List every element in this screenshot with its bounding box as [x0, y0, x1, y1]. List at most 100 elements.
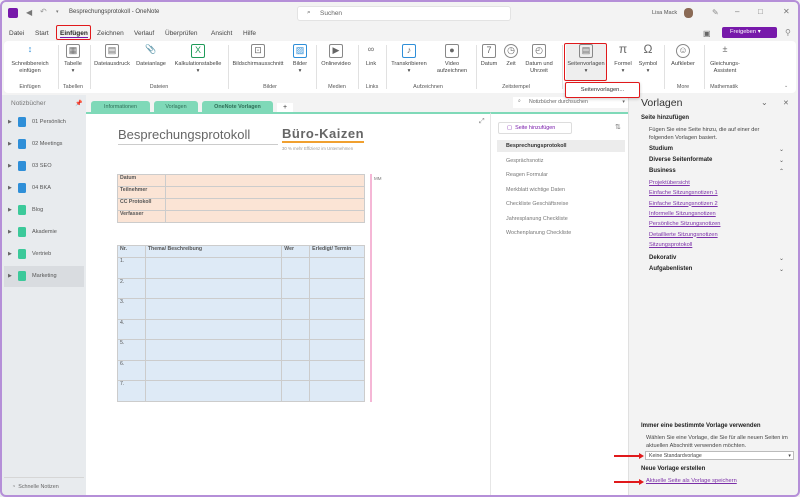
page-item[interactable]: Reagen Formular [497, 169, 625, 181]
notebook-item[interactable]: ▶ Vertrieb [4, 244, 84, 265]
save-as-template-link[interactable]: Aktuelle Seite als Vorlage speichern [646, 478, 737, 484]
template-link[interactable]: Informelle Sitzungsnotizen [649, 211, 716, 217]
page-item[interactable]: Checkliste Geschäftsreise [497, 198, 625, 210]
transcribe-button[interactable]: ♪ Transkribieren ▾ [388, 44, 430, 75]
chevron-right-icon[interactable]: ▶ [8, 229, 12, 235]
chevron-up-icon[interactable]: ⌃ [779, 168, 784, 175]
notebook-item[interactable]: ▶ 01 Persönlich [4, 112, 84, 133]
task-cell[interactable] [281, 359, 311, 381]
maximize-button[interactable]: □ [758, 7, 763, 16]
chevron-down-icon[interactable]: ⌄ [779, 255, 784, 262]
notebook-item[interactable]: ▶ 03 SEO [4, 156, 84, 177]
template-link[interactable]: Detaillierte Sitzungsnotizen [649, 232, 718, 238]
link-button[interactable]: ∞ Link [360, 44, 382, 68]
add-page-button[interactable]: ▢ Seite hinzufügen [498, 122, 572, 134]
info-value-cell[interactable] [165, 210, 365, 223]
table-button[interactable]: ▦ Tabelle ▾ [60, 44, 86, 75]
task-cell[interactable] [144, 339, 283, 361]
task-cell[interactable] [309, 359, 365, 381]
category-studium[interactable]: Studium [649, 146, 673, 152]
pictures-button[interactable]: ▨ Bilder ▾ [288, 44, 312, 75]
notebook-item[interactable]: ▶ Marketing [4, 266, 84, 287]
mic-icon[interactable]: ⚲ [785, 28, 791, 37]
task-cell[interactable] [309, 277, 365, 299]
chevron-right-icon[interactable]: ▶ [8, 273, 12, 279]
pane-options-icon[interactable]: ⌄ [761, 98, 768, 107]
category-aufgabenlisten[interactable]: Aufgabenlisten [649, 266, 692, 272]
task-cell[interactable] [281, 318, 311, 340]
category-dekorativ[interactable]: Dekorativ [649, 255, 676, 261]
task-cell[interactable] [309, 380, 365, 402]
task-cell[interactable] [281, 339, 311, 361]
notebook-search-input[interactable]: ⌕ Notizbücher durchsuchen ▾ [513, 97, 628, 108]
page-item[interactable]: Besprechungsprotokoll [497, 140, 625, 152]
template-link[interactable]: Sitzungsprotokoll [649, 242, 692, 248]
pen-icon[interactable]: ✎ [712, 8, 719, 17]
task-cell[interactable] [281, 298, 311, 320]
avatar[interactable] [684, 8, 693, 18]
chevron-right-icon[interactable]: ▶ [8, 251, 12, 257]
task-cell[interactable] [309, 298, 365, 320]
info-value-cell[interactable] [165, 198, 365, 211]
page-item[interactable]: Merkblatt wichtige Daten [497, 184, 625, 196]
record-video-button[interactable]: ● Video aufzeichnen [432, 44, 472, 75]
task-cell[interactable] [281, 257, 311, 279]
tab-verlauf[interactable]: Verlauf [134, 30, 154, 37]
page-title[interactable]: Besprechungsprotokoll [118, 127, 278, 145]
quick-notes-button[interactable]: ◔ Schnelle Notizen [12, 484, 59, 490]
template-link[interactable]: Projektübersicht [649, 180, 690, 186]
screen-clipping-button[interactable]: ⊡ Bildschirmausschnitt [230, 44, 286, 68]
user-name[interactable]: Lisa Mack [652, 10, 677, 16]
chevron-down-icon[interactable]: ⌄ [779, 146, 784, 153]
date-time-button[interactable]: ◴ Datum und Uhrzeit [522, 44, 556, 75]
close-button[interactable]: ✕ [783, 7, 790, 16]
notebook-item[interactable]: ▶ 02 Meetings [4, 134, 84, 155]
task-cell[interactable] [144, 277, 283, 299]
share-button[interactable]: Freigeben ▾ [722, 27, 777, 38]
online-video-button[interactable]: ▶ Onlinevideo [318, 44, 354, 68]
template-link[interactable]: Einfache Sitzungsnotizen 1 [649, 190, 718, 196]
undo-icon[interactable]: ↶ [40, 7, 47, 16]
task-cell[interactable] [281, 380, 311, 402]
info-value-cell[interactable] [165, 174, 365, 187]
notes-icon[interactable]: ▣ [703, 29, 711, 38]
time-button[interactable]: ◷ Zeit [502, 44, 520, 68]
back-icon[interactable]: ◀ [26, 8, 32, 17]
chevron-right-icon[interactable]: ▶ [8, 207, 12, 213]
chevron-down-icon[interactable]: ⌄ [779, 266, 784, 273]
category-diverse[interactable]: Diverse Seitenformate [649, 157, 712, 163]
task-cell[interactable] [144, 298, 283, 320]
file-printout-button[interactable]: ▤ Dateiausdruck [92, 44, 132, 68]
page-canvas[interactable]: Besprechungsprotokoll Büro-Kaizen 30 % m… [86, 112, 490, 497]
notebook-item[interactable]: ▶ 04 BKA [4, 178, 84, 199]
task-cell[interactable] [309, 318, 365, 340]
page-item[interactable]: Jahresplanung Checkliste [497, 213, 625, 225]
chevron-right-icon[interactable]: ▶ [8, 141, 12, 147]
sort-icon[interactable]: ⇅ [615, 123, 621, 131]
search-input[interactable]: ⌕ Suchen [297, 6, 511, 21]
date-button[interactable]: 7 Datum [478, 44, 500, 68]
page-templates-menu-item[interactable]: Seitenvorlagen... [565, 82, 640, 98]
notebook-item[interactable]: ▶ Blog [4, 200, 84, 221]
task-cell[interactable] [144, 257, 283, 279]
sticker-button[interactable]: ☺ Aufkleber [666, 44, 700, 68]
qat-dropdown-icon[interactable]: ▾ [56, 9, 59, 15]
insert-space-button[interactable]: ↕ Schreibbereich einfügen [8, 44, 52, 75]
task-cell[interactable] [309, 339, 365, 361]
page-item[interactable]: Gesprächsnotiz [497, 155, 625, 167]
task-cell[interactable] [281, 277, 311, 299]
page-item[interactable]: Wochenplanung Checkliste [497, 227, 625, 239]
chevron-right-icon[interactable]: ▶ [8, 185, 12, 191]
template-link[interactable]: Einfache Sitzungsnotizen 2 [649, 201, 718, 207]
task-cell[interactable] [144, 359, 283, 381]
tab-ansicht[interactable]: Ansicht [211, 30, 232, 37]
task-cell[interactable] [144, 380, 283, 402]
minimize-button[interactable]: – [735, 7, 739, 16]
tab-ueberpruefen[interactable]: Überprüfen [165, 30, 198, 37]
symbol-button[interactable]: Ω Symbol ▾ [636, 43, 660, 75]
math-assistant-button[interactable]: ± Gleichungs-Assistent [706, 44, 744, 75]
chevron-right-icon[interactable]: ▶ [8, 163, 12, 169]
spreadsheet-button[interactable]: X Kalkulationstabelle ▾ [170, 44, 226, 75]
tab-hilfe[interactable]: Hilfe [243, 30, 256, 37]
task-cell[interactable] [309, 257, 365, 279]
